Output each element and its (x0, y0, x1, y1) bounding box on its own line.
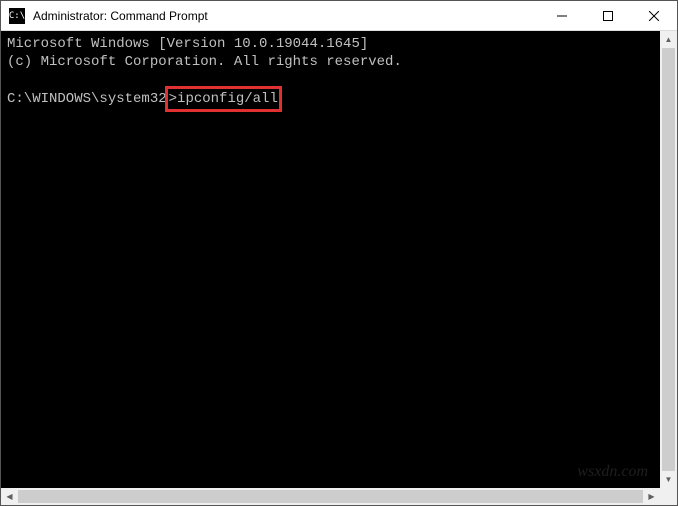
scroll-thumb-h[interactable] (18, 490, 643, 503)
scroll-thumb-v[interactable] (662, 48, 675, 471)
output-line-2: (c) Microsoft Corporation. All rights re… (7, 54, 402, 70)
window-title: Administrator: Command Prompt (33, 9, 208, 23)
terminal-area: Microsoft Windows [Version 10.0.19044.16… (1, 31, 677, 488)
scroll-track-v[interactable] (660, 48, 677, 471)
prompt-symbol: > (169, 91, 177, 107)
window-controls (539, 1, 677, 30)
maximize-icon (603, 11, 613, 21)
scroll-track-h[interactable] (18, 488, 643, 505)
command-prompt-window: C:\ Administrator: Command Prompt Micros… (0, 0, 678, 506)
minimize-icon (557, 11, 567, 21)
maximize-button[interactable] (585, 1, 631, 30)
close-button[interactable] (631, 1, 677, 30)
vertical-scrollbar[interactable]: ▲ ▼ (660, 31, 677, 488)
command-highlight: >ipconfig/all (165, 86, 282, 112)
scroll-left-arrow[interactable]: ◀ (1, 488, 18, 505)
scroll-up-arrow[interactable]: ▲ (660, 31, 677, 48)
minimize-button[interactable] (539, 1, 585, 30)
cmd-icon: C:\ (9, 8, 25, 24)
close-icon (649, 11, 659, 21)
title-left: C:\ Administrator: Command Prompt (1, 8, 208, 24)
typed-command: ipconfig/all (177, 91, 278, 107)
title-bar: C:\ Administrator: Command Prompt (1, 1, 677, 31)
scroll-right-arrow[interactable]: ▶ (643, 488, 660, 505)
terminal-output[interactable]: Microsoft Windows [Version 10.0.19044.16… (1, 31, 660, 488)
horizontal-scrollbar[interactable]: ◀ ▶ (1, 488, 660, 505)
scroll-down-arrow[interactable]: ▼ (660, 471, 677, 488)
scroll-corner (660, 488, 677, 505)
bottom-row: ◀ ▶ (1, 488, 677, 505)
prompt-path: C:\WINDOWS\system32 (7, 91, 167, 107)
output-line-1: Microsoft Windows [Version 10.0.19044.16… (7, 36, 368, 52)
